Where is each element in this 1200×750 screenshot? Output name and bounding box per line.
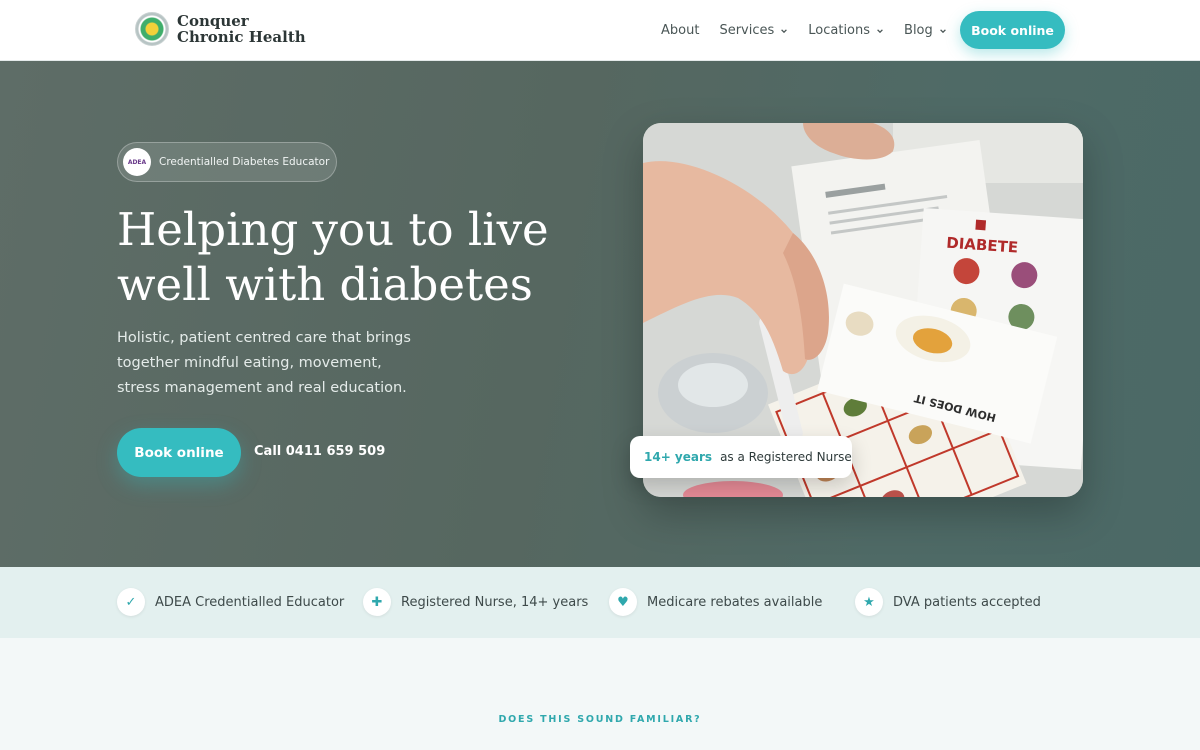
trust-label: Registered Nurse, 14+ years xyxy=(401,594,589,610)
adea-logo: ADEA xyxy=(123,148,151,176)
book-online-hero-button[interactable]: Book online xyxy=(117,428,241,477)
trust-label: DVA patients accepted xyxy=(893,594,1041,610)
trust-item-adea: ✓ ADEA Credentialled Educator xyxy=(117,588,344,616)
nav-item-label: Services xyxy=(719,23,775,38)
book-online-header-button[interactable]: Book online xyxy=(960,11,1065,49)
plus-icon: ✚ xyxy=(363,588,391,616)
trust-label: Medicare rebates available xyxy=(647,594,823,610)
heart-icon: ♥ xyxy=(609,588,637,616)
call-phone-link[interactable]: Call 0411 659 509 xyxy=(254,444,385,459)
chevron-down-icon xyxy=(781,28,788,33)
badge-text: Credentialled Diabetes Educator xyxy=(159,156,330,168)
hero-title: Helping you to live well with diabetes xyxy=(117,203,549,311)
stat-label: as a Registered Nurse xyxy=(720,450,852,464)
chevron-down-icon xyxy=(877,28,883,33)
trust-item-dva: ★ DVA patients accepted xyxy=(855,588,1041,616)
stat-value: 14+ years xyxy=(644,450,713,464)
hero-subtitle: Holistic, patient centred care that brin… xyxy=(117,330,411,396)
trust-label: ADEA Credentialled Educator xyxy=(155,594,345,610)
section-eyebrow: DOES THIS SOUND FAMILIAR? xyxy=(498,714,702,725)
nav-item-about[interactable]: About xyxy=(661,23,699,38)
nav-item-locations[interactable]: Locations xyxy=(808,23,884,38)
nav-item-services[interactable]: Services xyxy=(719,23,788,38)
credential-badge: ADEA Credentialled Diabetes Educator xyxy=(117,142,337,182)
hero-section: ADEA Credentialled Diabetes Educator Hel… xyxy=(0,61,1200,567)
logo-text: Conquer Chronic Health xyxy=(177,12,306,46)
site-header: Conquer Chronic Health About Services Lo… xyxy=(0,0,1200,61)
star-icon: ★ xyxy=(855,588,883,616)
experience-stat: 14+ years as a Registered Nurse xyxy=(630,436,852,478)
familiar-section: DOES THIS SOUND FAMILIAR? xyxy=(0,638,1200,750)
trust-item-medicare: ♥ Medicare rebates available xyxy=(609,588,822,616)
nav-item-blog[interactable]: Blog xyxy=(904,23,947,38)
main-nav: About Services Locations Blog xyxy=(661,0,967,61)
nav-item-label: Blog xyxy=(904,23,933,38)
check-icon: ✓ xyxy=(117,588,145,616)
nav-item-label: About xyxy=(661,23,700,38)
nav-item-label: Locations xyxy=(808,23,871,38)
trust-bar: ✓ ADEA Credentialled Educator ✚ Register… xyxy=(0,567,1200,638)
trust-item-nurse: ✚ Registered Nurse, 14+ years xyxy=(363,588,588,616)
logo-icon xyxy=(135,12,169,46)
chevron-down-icon xyxy=(939,28,946,33)
logo[interactable]: Conquer Chronic Health xyxy=(135,12,307,46)
